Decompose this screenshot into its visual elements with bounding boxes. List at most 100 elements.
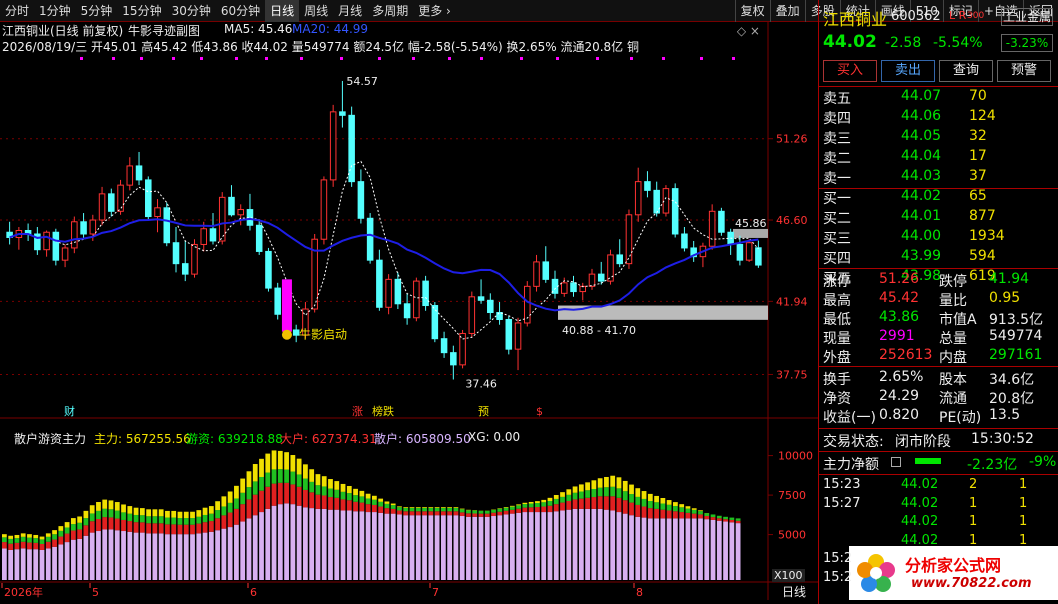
vol-bar-95-0 [597,508,603,580]
toolbar-right-item-0[interactable]: 复权 [734,0,770,22]
vol-bar-41-2 [259,476,264,491]
toolbar-right-item-1[interactable]: 叠加 [769,0,805,22]
vol-bar-97-3 [610,475,616,487]
vol-bar-43-0 [271,505,277,580]
industry-tag[interactable]: 工业金属 [1001,8,1053,26]
vol-bar-52-3 [328,479,333,489]
vol-bar-105-3 [660,497,666,504]
vol-bar-88-3 [553,494,559,499]
stock-flags: L R [949,9,967,22]
vol-bar-105-1 [660,509,666,519]
vol-bar-10-1 [64,533,70,543]
book-volume-7: 1934 [969,228,1005,244]
vol-bar-80-3 [503,507,509,508]
indicator-name[interactable]: 牛影寻迹副图 [128,22,200,39]
flow-value: -2.23亿 [967,457,1018,473]
vol-bar-48-0 [303,507,308,580]
vol-bar-25-3 [158,509,164,517]
candle-body-66 [616,254,623,265]
vol-bar-91-0 [572,508,578,580]
vol-bar-102-3 [641,491,647,499]
vol-bar-100-0 [629,515,634,580]
buy-button[interactable]: 买入 [823,60,877,82]
vol-bar-27-3 [171,510,177,518]
toolbar-item-10[interactable]: 更多 › [413,0,456,22]
vol-bar-87-1 [547,505,553,513]
vol-bar-88-1 [553,504,559,512]
vol-bar-65-0 [409,515,415,580]
sell-button[interactable]: 卖出 [881,60,935,82]
vol-bar-72-1 [453,511,459,516]
book-volume-0: 70 [969,88,987,104]
toolbar-item-9[interactable]: 多周期 [367,0,413,22]
book-price-8: 43.99 [901,248,942,264]
vol-bar-12-2 [77,522,83,530]
high-label: 54.57 [346,75,378,88]
vol-bar-46-0 [290,504,296,580]
candle-body-61 [570,282,577,293]
vol-bar-44-0 [277,504,283,580]
toolbar-item-1[interactable]: 1分钟 [34,0,76,22]
toolbar-item-6[interactable]: 日线 [265,0,300,22]
toolbar-item-0[interactable]: 分时 [0,0,34,22]
tick-volume-1: 1 [969,495,978,511]
vol-bar-86-3 [541,499,547,503]
vol-bar-67-3 [422,507,427,508]
vol-bar-107-0 [673,518,678,580]
book-price-2: 44.05 [901,128,942,144]
vol-bar-6-0 [39,549,45,580]
vol-bar-74-0 [466,516,471,580]
vol-bar-0-2 [2,537,7,543]
price-tick-label-3: 37.75 [776,368,808,381]
vol-tick-label-0: 10000 [778,450,813,463]
vol-bar-98-0 [616,512,622,580]
vol-bar-22-1 [139,522,145,533]
toolbar-item-7[interactable]: 周线 [299,0,333,22]
candle-body-67 [625,214,633,265]
vol-bar-65-1 [409,511,415,516]
toolbar-item-5[interactable]: 60分钟 [216,0,265,22]
vol-bar-106-3 [666,500,672,505]
toolbar-item-4[interactable]: 30分钟 [167,0,216,22]
toolbar-item-8[interactable]: 月线 [333,0,367,22]
vol-bar-59-2 [372,499,377,505]
alert-button[interactable]: 预警 [997,60,1051,82]
query-button[interactable]: 查询 [939,60,993,82]
vol-bar-47-3 [296,458,302,475]
toolbar-item-2[interactable]: 5分钟 [76,0,118,22]
vol-bar-27-1 [171,524,177,535]
chart-area[interactable]: 51.26 46.60 41.94 37.75 40.88 - 41.70 45.86 牛影… [0,22,818,600]
vol-bar-68-0 [428,515,434,580]
vol-bar-117-2 [735,518,741,521]
vol-bar-61-1 [384,508,390,514]
vol-bar-13-3 [83,510,89,519]
vol-bar-50-3 [315,474,321,486]
vol-bar-9-3 [58,526,64,531]
vol-bar-78-2 [491,509,496,513]
candle-body-76 [708,210,716,247]
vol-bar-22-2 [139,515,145,523]
stat2-label-a-2: 收益(一) [823,410,876,426]
vol-bar-55-2 [346,493,352,501]
vol-bar-53-1 [334,497,340,510]
vol-bar-37-2 [234,498,239,509]
vol-bar-109-3 [685,506,691,509]
toolbar-item-3[interactable]: 15分钟 [117,0,166,22]
chart-title: 江西铜业(日线 前复权) [2,24,124,38]
vol-bar-39-0 [246,518,252,580]
vol-bar-116-2 [729,517,735,520]
book-price-5: 44.02 [901,188,942,204]
vol-bar-109-2 [685,508,691,513]
vol-bar-14-2 [89,513,95,522]
vol-bar-55-1 [346,500,352,511]
vol-bar-66-2 [415,507,421,512]
candle-body-13 [126,165,134,186]
chart-controls[interactable]: ◇ × [737,24,760,38]
vol-bar-45-1 [284,482,289,504]
dot-0 [80,57,83,60]
list-icon[interactable] [891,457,901,467]
event-mark-4: $ [536,405,543,418]
vol-bar-60-1 [378,506,384,513]
vol-bar-55-3 [346,485,352,494]
tick-volume-3: 1 [969,532,978,548]
